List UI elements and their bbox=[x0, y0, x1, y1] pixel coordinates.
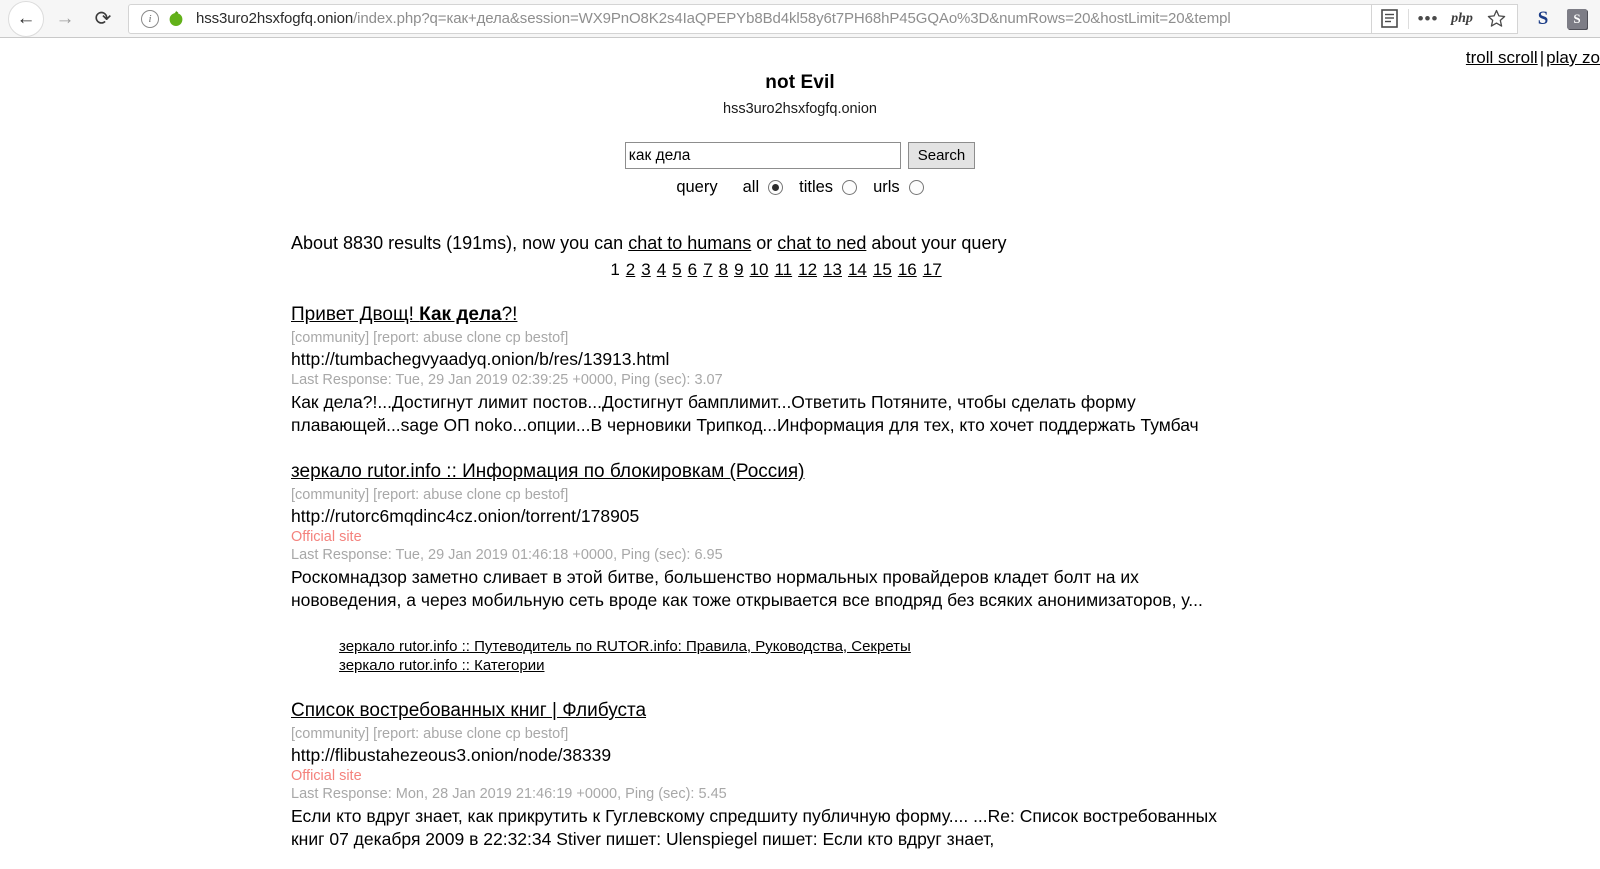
result-meta: Last Response: Mon, 28 Jan 2019 21:46:19… bbox=[291, 785, 727, 802]
scope-label-titles: titles bbox=[799, 178, 834, 196]
pagination-page-5[interactable]: 5 bbox=[672, 260, 681, 279]
pagination-current: 1 bbox=[610, 260, 620, 279]
search-input[interactable] bbox=[624, 142, 901, 169]
pagination-page-9[interactable]: 9 bbox=[734, 260, 743, 279]
result-tags[interactable]: [community] [report: abuse clone cp best… bbox=[291, 726, 1251, 742]
result-snippet: Если кто вдруг знает, как прикрутить к Г… bbox=[291, 805, 1217, 850]
corner-links: troll scroll | play zo bbox=[1466, 48, 1600, 68]
bookmark-star-icon[interactable] bbox=[1479, 5, 1513, 33]
url-text: hss3uro2hsxfogfq.onion/index.php?q=как+д… bbox=[196, 10, 1231, 27]
site-title: not Evil bbox=[765, 72, 835, 93]
result-title-highlight: Как дела bbox=[419, 304, 502, 325]
page-actions-icon[interactable]: ••• bbox=[1411, 5, 1445, 33]
result-title-link[interactable]: Список востребованных книг | Флибуста bbox=[291, 699, 1251, 723]
result-url: http://flibustahezeous3.onion/node/38339 bbox=[291, 744, 612, 765]
troll-scroll-link[interactable]: troll scroll bbox=[1466, 48, 1538, 67]
result-url: http://rutorc6mqdinc4cz.onion/torrent/17… bbox=[291, 506, 640, 527]
onion-icon bbox=[168, 10, 184, 27]
site-header: not Evil hss3uro2hsxfogfq.onion bbox=[0, 38, 1600, 117]
pagination-page-6[interactable]: 6 bbox=[688, 260, 697, 279]
result-sublink[interactable]: зеркало rutor.info :: Путеводитель по RU… bbox=[339, 637, 1251, 657]
back-arrow-icon: ← bbox=[16, 8, 36, 29]
search-area: Search query all titles urls bbox=[0, 142, 1600, 197]
page-content: troll scroll | play zo not Evil hss3uro2hs… bbox=[0, 38, 1600, 869]
extension-icon-gray-s[interactable]: S bbox=[1560, 4, 1594, 34]
pagination-page-2[interactable]: 2 bbox=[626, 260, 635, 279]
result-title-link[interactable]: Привет Двощ! Как дела?! bbox=[291, 303, 1251, 327]
result-sublink[interactable]: зеркало rutor.info :: Категории bbox=[339, 656, 1251, 676]
scope-radio-all[interactable] bbox=[768, 180, 784, 195]
results-info-suffix: about your query bbox=[866, 233, 1007, 253]
pagination-page-4[interactable]: 4 bbox=[657, 260, 666, 279]
pagination-page-17[interactable]: 17 bbox=[923, 260, 942, 279]
results-container: About 8830 results (191ms), now you can … bbox=[0, 233, 1600, 851]
url-host: hss3uro2hsxfogfq.onion bbox=[196, 10, 354, 27]
pagination: 1 2 3 4 5 6 7 8 9 10 11 12 13 14 15 16 17 bbox=[291, 260, 1261, 280]
pagination-page-11[interactable]: 11 bbox=[774, 260, 792, 279]
official-site-badge: Official site bbox=[291, 767, 362, 784]
query-label: query bbox=[676, 178, 718, 196]
reload-icon: ⟳ bbox=[94, 7, 112, 30]
result-snippet: Как дела?!...Достигнут лимит постов...До… bbox=[291, 391, 1199, 436]
search-result: Список востребованных книг | Флибуста [co… bbox=[291, 699, 1251, 851]
address-bar[interactable]: i hss3uro2hsxfogfq.onion/index.php?q=как… bbox=[128, 3, 1372, 34]
results-info-middle: or bbox=[751, 233, 778, 253]
pagination-page-10[interactable]: 10 bbox=[750, 260, 769, 279]
search-result: зеркало rutor.info :: Информация по блок… bbox=[291, 460, 1251, 676]
forward-button[interactable]: → bbox=[48, 2, 82, 36]
result-meta: Last Response: Tue, 29 Jan 2019 01:46:18… bbox=[291, 547, 723, 564]
scope-radio-urls[interactable] bbox=[908, 180, 924, 195]
php-extension-icon[interactable]: php bbox=[1445, 5, 1479, 33]
pagination-page-16[interactable]: 16 bbox=[898, 260, 917, 279]
site-domain: hss3uro2hsxfogfq.onion bbox=[723, 101, 877, 117]
browser-toolbar: ← → ⟳ i hss3uro2hsxfogfq.onion/index.php… bbox=[0, 0, 1600, 38]
toolbar-divider bbox=[1408, 8, 1409, 29]
browser-extensions: S S bbox=[1518, 4, 1600, 34]
result-tags[interactable]: [community] [report: abuse clone cp best… bbox=[291, 330, 1251, 346]
search-button[interactable]: Search bbox=[907, 142, 976, 169]
corner-links-separator: | bbox=[1539, 48, 1545, 67]
pagination-page-13[interactable]: 13 bbox=[823, 260, 842, 279]
site-info-icon[interactable]: i bbox=[141, 9, 159, 28]
chat-to-humans-link[interactable]: chat to humans bbox=[628, 233, 751, 253]
result-sublinks: зеркало rutor.info :: Путеводитель по RU… bbox=[291, 637, 1251, 677]
pagination-page-7[interactable]: 7 bbox=[703, 260, 712, 279]
result-url: http://tumbachegvyaadyq.onion/b/res/1391… bbox=[291, 348, 670, 369]
result-title-text: Список востребованных книг | Флибуста bbox=[291, 700, 647, 722]
pagination-page-8[interactable]: 8 bbox=[719, 260, 728, 279]
results-count-text: About 8830 results (191ms), now you can bbox=[291, 233, 629, 253]
result-title-link[interactable]: зеркало rutor.info :: Информация по блок… bbox=[291, 460, 1251, 484]
search-scope-options: query all titles urls bbox=[0, 178, 1600, 197]
pagination-page-3[interactable]: 3 bbox=[641, 260, 650, 279]
chat-to-ned-link[interactable]: chat to ned bbox=[777, 233, 866, 253]
url-path: /index.php?q=как+дела&session=WX9PnO8K2s… bbox=[353, 10, 1231, 27]
reload-button[interactable]: ⟳ bbox=[86, 2, 120, 36]
pagination-page-14[interactable]: 14 bbox=[848, 260, 867, 279]
pagination-page-15[interactable]: 15 bbox=[873, 260, 892, 279]
result-meta: Last Response: Tue, 29 Jan 2019 02:39:25… bbox=[291, 371, 723, 388]
result-title-text: зеркало rutor.info :: Информация по блок… bbox=[291, 461, 805, 483]
search-result: Привет Двощ! Как дела?! [community] [repo… bbox=[291, 303, 1251, 437]
search-row: Search bbox=[0, 142, 1600, 169]
results-list: Привет Двощ! Как дела?! [community] [repo… bbox=[291, 303, 1600, 851]
play-zone-link[interactable]: play zo bbox=[1546, 48, 1600, 67]
pagination-page-12[interactable]: 12 bbox=[798, 260, 817, 279]
result-tags[interactable]: [community] [report: abuse clone cp best… bbox=[291, 487, 1251, 503]
back-button[interactable]: ← bbox=[8, 0, 44, 37]
scope-label-urls: urls bbox=[873, 178, 900, 196]
forward-arrow-icon: → bbox=[55, 8, 75, 29]
result-snippet: Роскомнадзор заметно сливает в этой битв… bbox=[291, 567, 1203, 611]
result-title-tail: ?! bbox=[501, 304, 518, 325]
address-bar-actions: ••• php bbox=[1372, 3, 1518, 34]
result-title-text: Привет Двощ! bbox=[291, 304, 420, 325]
extension-icon-blue-s[interactable]: S bbox=[1526, 4, 1560, 34]
scope-label-all: all bbox=[742, 178, 760, 196]
reader-view-icon[interactable] bbox=[1372, 5, 1406, 33]
results-info: About 8830 results (191ms), now you can … bbox=[291, 233, 1600, 254]
scope-radio-titles[interactable] bbox=[842, 180, 858, 195]
official-site-badge: Official site bbox=[291, 529, 362, 546]
